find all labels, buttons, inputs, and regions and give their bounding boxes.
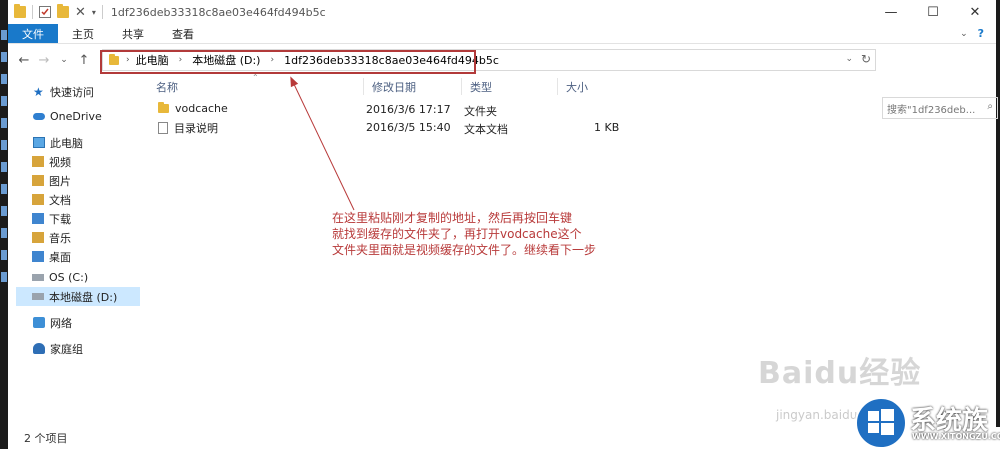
logo-url: WWW.XITONGZU.COM	[912, 432, 1000, 441]
windows-logo-icon	[855, 397, 907, 449]
annotation-line: 就找到缓存的文件夹了，再打开vodcache这个	[332, 227, 582, 241]
item-count: 2 个项目	[24, 432, 68, 445]
explorer-window: ✕ ▾ 1df236deb33318c8ae03e464fd494b5c — ☐…	[0, 0, 1000, 449]
annotation-line: 文件夹里面就是视频缓存的文件了。继续看下一步	[332, 243, 597, 257]
xitongzu-logo: 系统族 WWW.XITONGZU.COM	[854, 396, 1000, 449]
annotation-line: 在这里粘贴刚才复制的地址，然后再按回车键	[332, 211, 573, 225]
status-bar: 2 个项目	[16, 427, 1000, 449]
baidu-watermark: Baidu经验	[758, 356, 922, 391]
annotation-text: 在这里粘贴刚才复制的地址，然后再按回车键 就找到缓存的文件夹了，再打开vodca…	[332, 210, 632, 258]
desktop-edge-icons	[0, 30, 8, 330]
